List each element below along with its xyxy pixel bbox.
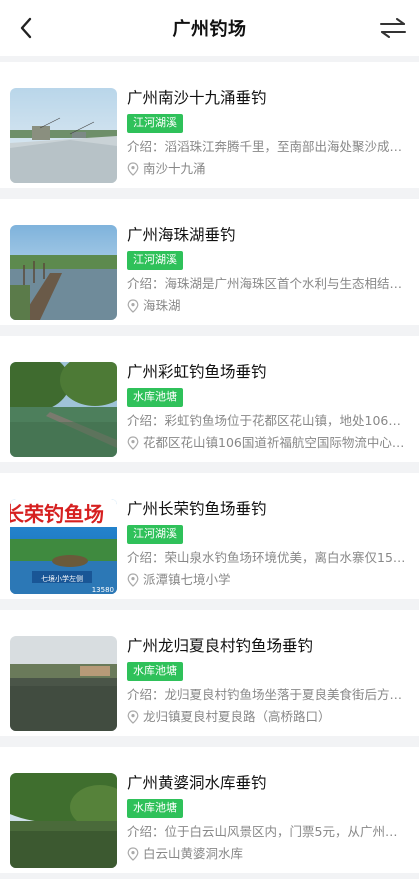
location-pin-icon (127, 847, 139, 861)
spot-name: 广州海珠湖垂钓 (127, 226, 236, 244)
spot-thumbnail (10, 225, 117, 320)
spot-info: 广州龙归夏良村钓鱼场垂钓 水库池塘 介绍：龙归夏良村钓鱼场坐落于夏良美食街后方，… (127, 636, 407, 736)
spot-category-tag: 水库池塘 (127, 662, 183, 681)
spot-description: 介绍：荣山泉水钓鱼场环境优美，离白水寨仅15分钟车程 (127, 550, 407, 565)
spot-category-tag: 水库池塘 (127, 388, 183, 407)
spot-name: 广州黄婆洞水库垂钓 (127, 774, 267, 792)
spot-info: 广州长荣钓鱼场垂钓 江河湖溪 介绍：荣山泉水钓鱼场环境优美，离白水寨仅15分钟车… (127, 499, 407, 599)
top-bar: 广州钓场 (0, 0, 419, 56)
spot-info: 广州南沙十九涌垂钓 江河湖溪 介绍：滔滔珠江奔腾千里，至南部出海处聚沙成滩，形成… (127, 88, 407, 188)
spot-description: 介绍：海珠湖是广州海珠区首个水利与生态相结合的公园 (127, 276, 407, 291)
spot-location-text: 派潭镇七境小学 (143, 572, 231, 587)
spot-thumbnail (10, 773, 117, 868)
spot-location-text: 龙归镇夏良村夏良路（高桥路口） (143, 709, 331, 724)
spot-thumbnail (10, 362, 117, 457)
spot-location: 花都区花山镇106国道祈福航空国际物流中心斜对面 (127, 435, 407, 451)
spot-description: 介绍：位于白云山风景区内，门票5元，从广州西门进入 (127, 824, 407, 839)
location-pin-icon (127, 573, 139, 587)
spot-card[interactable]: 广州海珠湖垂钓 江河湖溪 介绍：海珠湖是广州海珠区首个水利与生态相结合的公园 海… (0, 199, 419, 325)
thumb-phone: 13580 (92, 586, 114, 594)
spot-category-tag: 江河湖溪 (127, 525, 183, 544)
spot-card[interactable]: 长荣钓鱼场 七境小学左侧 13580 广州长荣钓鱼场垂钓 江河湖溪 介绍：荣山泉… (0, 473, 419, 599)
spot-thumbnail (10, 636, 117, 731)
spot-info: 广州彩虹钓鱼场垂钓 水库池塘 介绍：彩虹钓鱼场位于花都区花山镇，地处106国道旁… (127, 362, 407, 462)
spot-description: 介绍：彩虹钓鱼场位于花都区花山镇，地处106国道旁 (127, 413, 407, 428)
spot-description: 介绍：滔滔珠江奔腾千里，至南部出海处聚沙成滩，形成了南沙十九涌 (127, 139, 407, 154)
chevron-left-icon (20, 17, 32, 39)
spot-location: 海珠湖 (127, 298, 407, 314)
spot-location-text: 南沙十九涌 (143, 161, 206, 176)
spot-card[interactable]: 广州龙归夏良村钓鱼场垂钓 水库池塘 介绍：龙归夏良村钓鱼场坐落于夏良美食街后方，… (0, 610, 419, 736)
spot-name: 广州龙归夏良村钓鱼场垂钓 (127, 637, 314, 655)
spot-description: 介绍：龙归夏良村钓鱼场坐落于夏良美食街后方，饭后可以来此垂钓 (127, 687, 407, 702)
sort-toggle-button[interactable] (377, 12, 409, 44)
spot-name: 广州长荣钓鱼场垂钓 (127, 500, 267, 518)
spot-card[interactable]: 广州彩虹钓鱼场垂钓 水库池塘 介绍：彩虹钓鱼场位于花都区花山镇，地处106国道旁… (0, 336, 419, 462)
location-pin-icon (127, 162, 139, 176)
swap-arrows-icon (380, 18, 406, 38)
spot-location-text: 白云山黄婆洞水库 (143, 846, 244, 861)
spot-category-tag: 江河湖溪 (127, 251, 183, 270)
spot-info: 广州黄婆洞水库垂钓 水库池塘 介绍：位于白云山风景区内，门票5元，从广州西门进入… (127, 773, 407, 873)
page-title: 广州钓场 (172, 19, 247, 40)
spot-thumbnail: 长荣钓鱼场 七境小学左侧 13580 (10, 499, 117, 594)
spot-info: 广州海珠湖垂钓 江河湖溪 介绍：海珠湖是广州海珠区首个水利与生态相结合的公园 海… (127, 225, 407, 325)
spot-list: 广州南沙十九涌垂钓 江河湖溪 介绍：滔滔珠江奔腾千里，至南部出海处聚沙成滩，形成… (0, 62, 419, 879)
spot-category-tag: 江河湖溪 (127, 114, 183, 133)
thumb-caption: 七境小学左侧 (41, 574, 83, 583)
spot-name: 广州南沙十九涌垂钓 (127, 89, 267, 107)
spot-location: 龙归镇夏良村夏良路（高桥路口） (127, 709, 407, 725)
banner-text: 长荣钓鱼场 (10, 502, 104, 526)
spot-location: 南沙十九涌 (127, 161, 407, 177)
spot-card[interactable]: 广州南沙十九涌垂钓 江河湖溪 介绍：滔滔珠江奔腾千里，至南部出海处聚沙成滩，形成… (0, 62, 419, 188)
spot-location-text: 海珠湖 (143, 298, 181, 313)
spot-location: 白云山黄婆洞水库 (127, 846, 407, 862)
spot-location-text: 花都区花山镇106国道祈福航空国际物流中心斜对面 (143, 435, 407, 450)
spot-thumbnail (10, 88, 117, 183)
back-button[interactable] (12, 14, 40, 42)
spot-category-tag: 水库池塘 (127, 799, 183, 818)
location-pin-icon (127, 436, 139, 450)
location-pin-icon (127, 299, 139, 313)
location-pin-icon (127, 710, 139, 724)
spot-card[interactable]: 广州黄婆洞水库垂钓 水库池塘 介绍：位于白云山风景区内，门票5元，从广州西门进入… (0, 747, 419, 873)
spot-location: 派潭镇七境小学 (127, 572, 407, 588)
spot-name: 广州彩虹钓鱼场垂钓 (127, 363, 267, 381)
